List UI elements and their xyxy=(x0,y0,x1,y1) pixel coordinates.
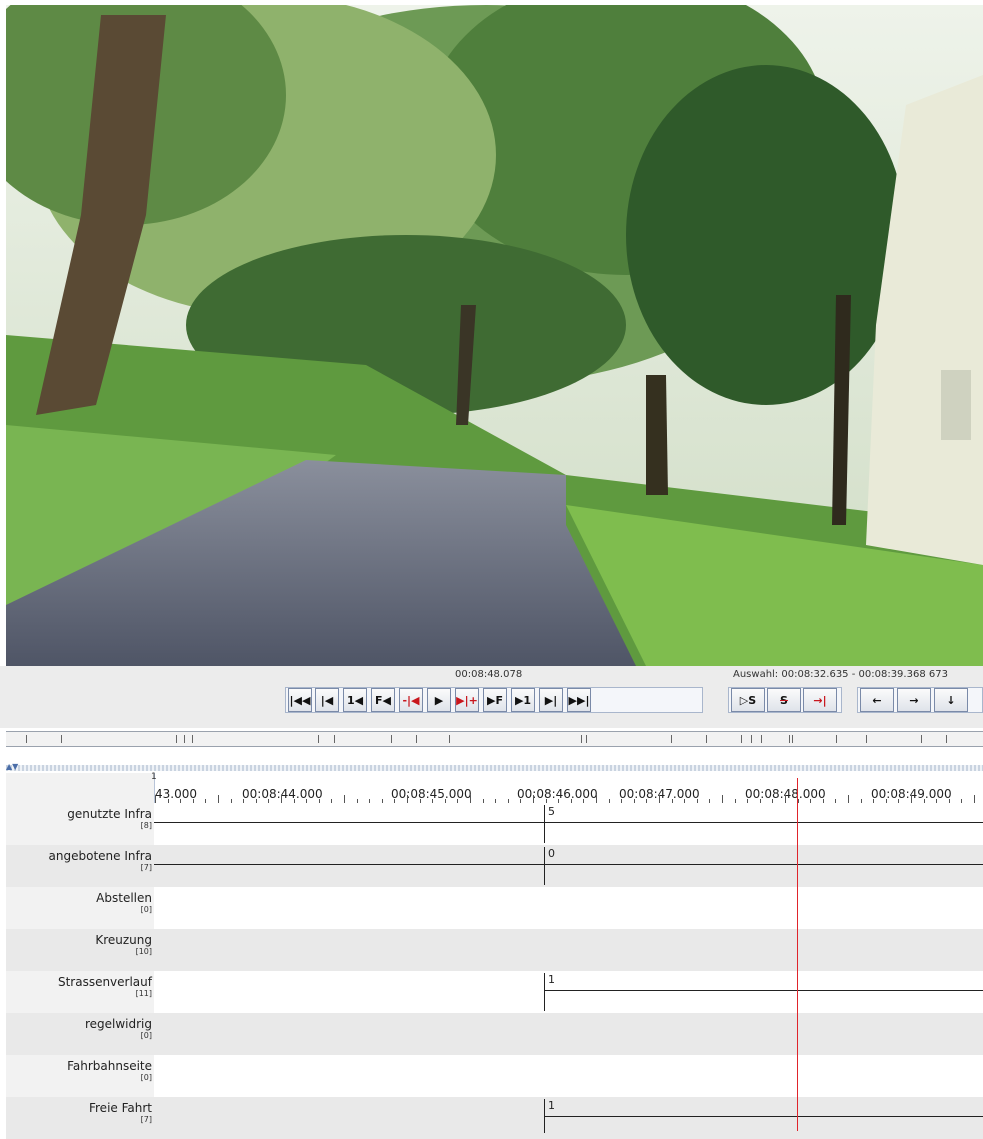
scale-tick xyxy=(722,795,723,803)
play-icon: ▶ xyxy=(434,693,444,707)
tick-label: 43.000 xyxy=(155,787,197,801)
go-to-end-button[interactable]: ▶▶| xyxy=(567,688,591,712)
prev-frame-icon: |◀ xyxy=(320,693,334,707)
step-forward-f-icon: ▶F xyxy=(487,693,503,707)
tier-name: genutzte Infra xyxy=(67,807,152,821)
scale-tick xyxy=(659,795,660,803)
scale-tick xyxy=(218,795,219,803)
left-arrow-button[interactable]: ← xyxy=(860,688,894,712)
annotation-boundary xyxy=(544,847,545,885)
scale-tick xyxy=(470,795,471,803)
panel-splitter[interactable]: ▲▼ xyxy=(6,763,983,771)
annotation-value[interactable]: 5 xyxy=(548,805,555,818)
tier-count: [8] xyxy=(140,821,152,830)
scale-tick xyxy=(974,795,975,803)
scale-tick xyxy=(596,795,597,803)
tier-count: [10] xyxy=(135,947,152,956)
scale-tick xyxy=(155,795,156,803)
video-frame[interactable] xyxy=(6,5,983,666)
annotation-value[interactable]: 0 xyxy=(548,847,555,860)
jump-to-cursor-icon: →| xyxy=(813,693,827,707)
annotation-line xyxy=(154,864,983,865)
annotation-boundary xyxy=(544,973,545,1011)
clear-selection-icon: S xyxy=(780,693,788,707)
prev-frame-button[interactable]: |◀ xyxy=(315,688,339,712)
overview-ruler[interactable] xyxy=(6,731,983,747)
jump-to-cursor-button[interactable]: →| xyxy=(803,688,837,712)
step-forward-f-button[interactable]: ▶F xyxy=(483,688,507,712)
annotation-boundary xyxy=(544,1099,545,1133)
tick-label: 00:08:44.000 xyxy=(242,787,323,801)
tier-count: [0] xyxy=(140,1073,152,1082)
step-back-1-icon: 1◀ xyxy=(346,693,364,707)
annotation-boundary xyxy=(544,805,545,843)
current-time-readout: 00:08:48.078 xyxy=(455,669,523,680)
tier-name: Abstellen xyxy=(96,891,152,905)
scale-tick xyxy=(785,795,786,803)
tier-name: regelwidrig xyxy=(84,1017,152,1031)
scale-tick xyxy=(911,795,912,803)
scale-tick xyxy=(407,795,408,803)
next-frame-icon: ▶| xyxy=(544,693,558,707)
annotation-value[interactable]: 1 xyxy=(548,1099,555,1112)
next-marker-icon: ▶|+ xyxy=(456,693,478,707)
annotation-value[interactable]: 1 xyxy=(548,973,555,986)
go-to-end-icon: ▶▶| xyxy=(568,693,590,707)
tier-row-angebotene-infra[interactable]: angebotene Infra [7] 0 xyxy=(6,845,983,887)
tier-row-genutzte-infra[interactable]: genutzte Infra [8] 5 xyxy=(6,803,983,845)
time-scale[interactable]: 1 43.000 00:08:44.000 00:08:45.000 00:08… xyxy=(151,772,983,803)
scale-first-label: 1 xyxy=(151,772,157,782)
tier-row-freie-fahrt[interactable]: Freie Fahrt [7] 1 xyxy=(6,1097,983,1139)
go-to-start-button[interactable]: |◀◀ xyxy=(288,688,312,712)
tier-row-abstellen[interactable]: Abstellen [0] xyxy=(6,887,983,929)
step-back-1-button[interactable]: 1◀ xyxy=(343,688,367,712)
scale-tick xyxy=(344,795,345,803)
annotation-timeline[interactable]: 1 43.000 00:08:44.000 00:08:45.000 00:08… xyxy=(6,772,983,1139)
tier-name: Freie Fahrt xyxy=(88,1101,152,1115)
down-arrow-button[interactable]: ↓ xyxy=(934,688,968,712)
tier-count: [11] xyxy=(135,989,152,998)
step-back-f-icon: F◀ xyxy=(375,693,391,707)
tier-name: Kreuzung xyxy=(95,933,152,947)
tier-row-regelwidrig[interactable]: regelwidrig [0] xyxy=(6,1013,983,1055)
transport-bar: 00:08:48.078 Auswahl: 00:08:32.635 - 00:… xyxy=(0,666,983,728)
right-arrow-button[interactable]: → xyxy=(897,688,931,712)
tier-count: [7] xyxy=(140,1115,152,1124)
play-button[interactable]: ▶ xyxy=(427,688,451,712)
playhead-cursor[interactable] xyxy=(797,778,798,1131)
tier-name: Strassenverlauf xyxy=(57,975,152,989)
prev-marker-icon: -|◀ xyxy=(402,693,420,707)
play-selection-icon: ▷S xyxy=(739,693,757,707)
scale-tick xyxy=(848,795,849,803)
annotation-line xyxy=(154,822,983,823)
scale-tick xyxy=(281,795,282,803)
tier-name: Fahrbahnseite xyxy=(67,1059,152,1073)
video-scene-image xyxy=(6,5,983,666)
prev-marker-button[interactable]: -|◀ xyxy=(399,688,423,712)
annotation-line xyxy=(544,1116,983,1117)
right-arrow-icon: → xyxy=(909,693,919,707)
left-arrow-icon: ← xyxy=(872,693,882,707)
next-marker-button[interactable]: ▶|+ xyxy=(455,688,479,712)
down-arrow-icon: ↓ xyxy=(946,693,956,707)
clear-selection-button[interactable]: S xyxy=(767,688,801,712)
tier-row-fahrbahnseite[interactable]: Fahrbahnseite [0] xyxy=(6,1055,983,1097)
step-forward-1-button[interactable]: ▶1 xyxy=(511,688,535,712)
selection-readout: Auswahl: 00:08:32.635 - 00:08:39.368 673 xyxy=(733,669,948,680)
tier-row-kreuzung[interactable]: Kreuzung [10] xyxy=(6,929,983,971)
go-to-start-icon: |◀◀ xyxy=(289,693,311,707)
tier-row-strassenverlauf[interactable]: Strassenverlauf [11] 1 xyxy=(6,971,983,1013)
tier-count: [0] xyxy=(140,905,152,914)
tier-name: angebotene Infra xyxy=(48,849,152,863)
step-back-f-button[interactable]: F◀ xyxy=(371,688,395,712)
scale-tick xyxy=(533,795,534,803)
tier-count: [7] xyxy=(140,863,152,872)
next-frame-button[interactable]: ▶| xyxy=(539,688,563,712)
annotation-line xyxy=(544,990,983,991)
play-selection-button[interactable]: ▷S xyxy=(731,688,765,712)
step-forward-1-icon: ▶1 xyxy=(514,693,532,707)
tier-count: [0] xyxy=(140,1031,152,1040)
splitter-arrows-icon[interactable]: ▲▼ xyxy=(6,763,18,771)
